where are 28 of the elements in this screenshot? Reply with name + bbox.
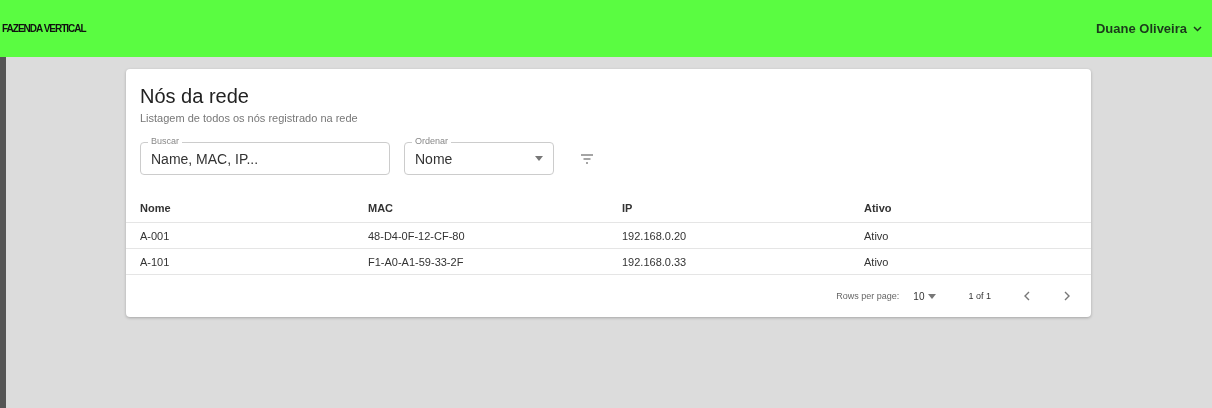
sort-label: Ordenar <box>412 136 452 147</box>
table-cell: Ativo <box>850 249 1091 275</box>
table-cell: 192.168.0.33 <box>608 249 850 275</box>
table-cell: Ativo <box>850 223 1091 249</box>
table-cell: 48-D4-0F-12-CF-80 <box>354 223 608 249</box>
chevron-left-icon <box>1023 291 1031 301</box>
table-cell: A-101 <box>126 249 354 275</box>
table-cell: F1-A0-A1-59-33-2F <box>354 249 608 275</box>
card-subtitle: Listagem de todos os nós registrado na rede <box>140 112 359 124</box>
user-menu[interactable]: Duane Oliveira <box>1095 21 1202 36</box>
column-header: IP <box>608 193 850 223</box>
column-header: MAC <box>354 193 608 223</box>
card-title: Nós da rede <box>140 85 250 108</box>
brand-logo: FAZENDA VERTICAL <box>2 23 86 34</box>
rows-per-page-label: Rows per page: <box>836 291 900 301</box>
search-label: Buscar <box>148 136 182 147</box>
sort-value: Nome <box>415 150 454 167</box>
caret-icon <box>535 156 543 161</box>
table-cell: 192.168.0.20 <box>608 223 850 249</box>
column-header: Nome <box>126 193 354 223</box>
table-cell: A-001 <box>126 223 354 249</box>
chevron-down-icon <box>1193 25 1202 32</box>
filter-icon <box>580 153 594 164</box>
chevron-right-icon <box>1063 291 1071 301</box>
column-header: Ativo <box>850 193 1091 223</box>
caret-icon <box>928 293 937 299</box>
page-range: 1 of 1 <box>968 291 991 301</box>
rows-per-page-select[interactable]: 10 <box>907 289 943 303</box>
